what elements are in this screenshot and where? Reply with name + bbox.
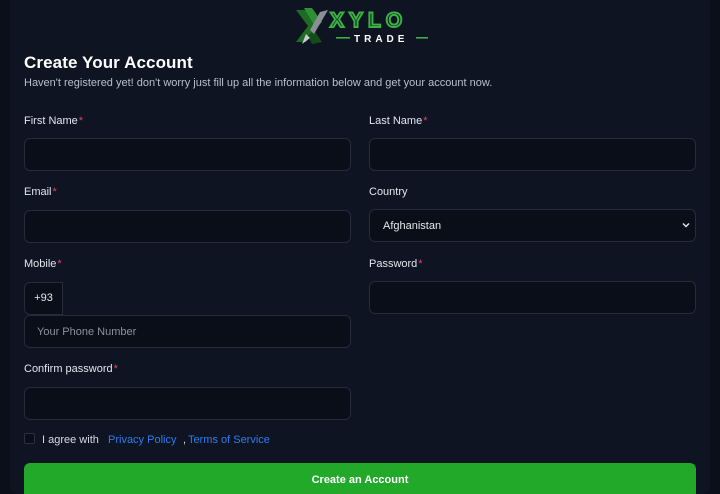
phone-country-code: +93 — [24, 282, 63, 315]
confirm-password-field — [24, 387, 351, 420]
country-label: Country — [369, 186, 408, 198]
create-account-button[interactable]: Create an Account — [24, 463, 696, 494]
privacy-policy-link[interactable]: Privacy Policy — [108, 434, 176, 446]
email-field — [24, 210, 351, 243]
required-mark: * — [418, 258, 423, 270]
mobile-label: Mobile* — [24, 258, 62, 270]
required-mark: * — [57, 258, 62, 270]
brand-logo[interactable]: XYLO TRADE — [292, 4, 432, 48]
phone-field — [24, 315, 351, 348]
email-label-text: Email — [24, 186, 52, 198]
mobile-label-text: Mobile — [24, 258, 57, 270]
country-select[interactable]: Afghanistan — [369, 209, 696, 242]
required-mark: * — [52, 186, 57, 198]
brand-tagline: TRADE — [354, 34, 408, 45]
password-field — [369, 281, 696, 314]
last-name-label: Last Name* — [369, 115, 427, 127]
confirm-password-label-text: Confirm password — [24, 363, 113, 375]
last-name-label-text: Last Name — [369, 115, 423, 127]
last-name-field — [369, 138, 696, 171]
agree-text: I agree with — [42, 434, 99, 446]
required-mark: * — [423, 115, 428, 127]
terms-of-service-link[interactable]: Terms of Service — [188, 434, 270, 446]
agree-checkbox[interactable] — [24, 433, 35, 444]
chevron-down-icon — [682, 223, 690, 228]
email-label: Email* — [24, 186, 57, 198]
email-input[interactable] — [25, 211, 350, 242]
password-input[interactable] — [370, 282, 695, 313]
confirm-password-input[interactable] — [25, 388, 350, 419]
brand-name: XYLO — [330, 9, 407, 32]
country-label-text: Country — [369, 186, 408, 198]
required-mark: * — [113, 363, 118, 375]
last-name-input[interactable] — [370, 139, 695, 170]
password-label: Password* — [369, 258, 423, 270]
phone-input[interactable] — [25, 316, 350, 347]
first-name-label: First Name* — [24, 115, 83, 127]
page-title: Create Your Account — [24, 53, 193, 72]
required-mark: * — [78, 115, 84, 127]
first-name-input[interactable] — [25, 139, 350, 170]
first-name-field — [24, 138, 351, 171]
agree-separator: , — [183, 434, 187, 446]
page-subtitle: Haven't registered yet! don't worry just… — [24, 77, 493, 89]
xylo-trade-logo: XYLO TRADE — [296, 8, 428, 45]
first-name-label-text: First Name — [24, 115, 78, 127]
country-selected-value: Afghanistan — [383, 220, 442, 232]
confirm-password-label: Confirm password* — [24, 363, 118, 375]
password-label-text: Password — [369, 258, 418, 270]
